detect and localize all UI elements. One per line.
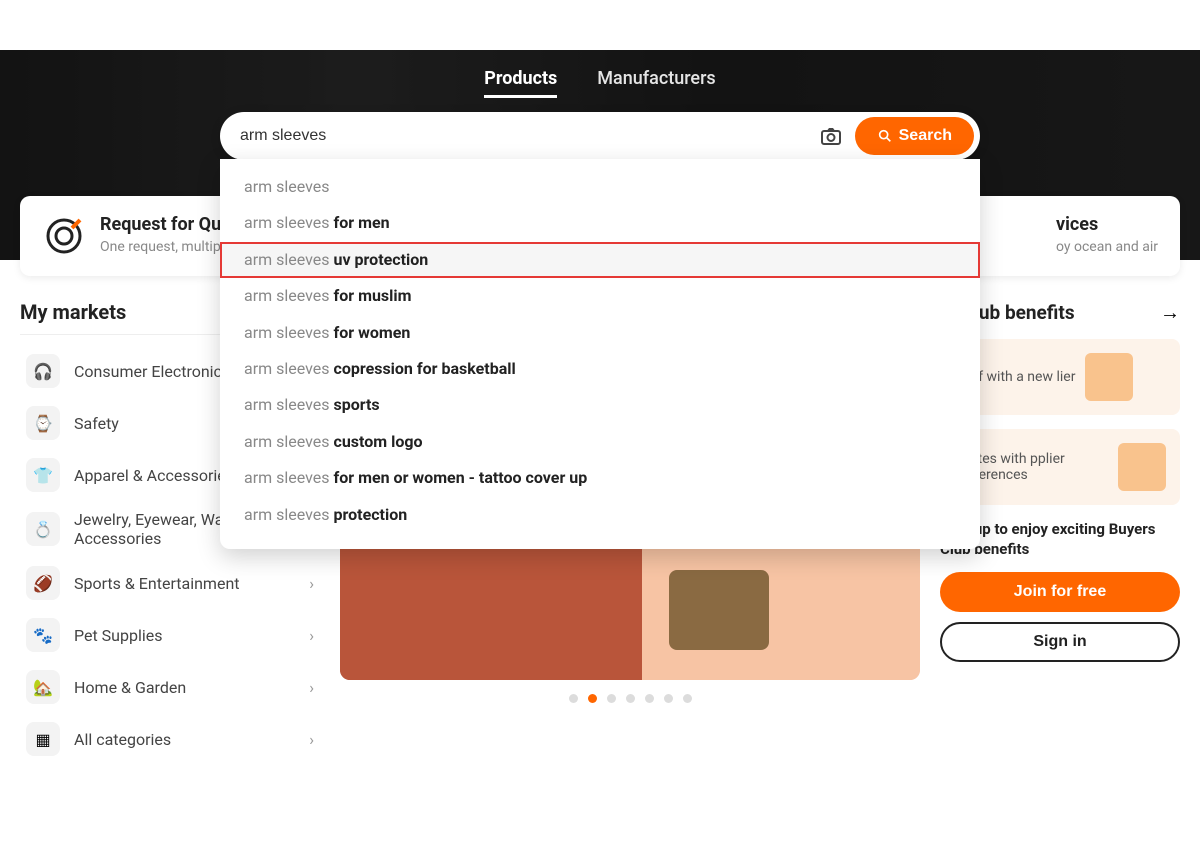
- search-icon: [877, 128, 893, 144]
- category-label: Pet Supplies: [74, 626, 295, 645]
- chevron-right-icon: ›: [309, 678, 314, 697]
- logistics-title-fragment: vices: [1056, 214, 1158, 235]
- autocomplete-dropdown: arm sleevesarm sleeves for menarm sleeve…: [220, 159, 980, 549]
- autocomplete-prefix: arm sleeves: [244, 432, 334, 451]
- carousel-dot[interactable]: [645, 694, 654, 703]
- autocomplete-prefix: arm sleeves: [244, 505, 334, 524]
- carousel-dot[interactable]: [588, 694, 597, 703]
- autocomplete-prefix: arm sleeves: [244, 359, 334, 378]
- autocomplete-item[interactable]: arm sleeves for men: [220, 205, 980, 241]
- autocomplete-suffix: custom logo: [334, 432, 423, 451]
- boots-image: [669, 570, 769, 650]
- autocomplete-item[interactable]: arm sleeves for men or women - tattoo co…: [220, 460, 980, 496]
- autocomplete-item[interactable]: arm sleeves uv protection: [220, 242, 980, 278]
- autocomplete-suffix: for muslim: [334, 286, 412, 305]
- autocomplete-prefix: arm sleeves: [244, 250, 334, 269]
- category-icon: 🏡: [26, 670, 60, 704]
- logistics-subtitle-fragment: oy ocean and air: [1056, 239, 1158, 255]
- autocomplete-suffix: for men: [334, 213, 390, 232]
- chevron-right-icon: ›: [309, 626, 314, 645]
- autocomplete-item[interactable]: arm sleeves: [220, 169, 980, 205]
- carousel-dot[interactable]: [607, 694, 616, 703]
- carousel-dot[interactable]: [664, 694, 673, 703]
- category-icon: 👕: [26, 458, 60, 492]
- carousel-dot[interactable]: [683, 694, 692, 703]
- autocomplete-suffix: for women: [334, 323, 411, 342]
- autocomplete-prefix: arm sleeves: [244, 177, 330, 196]
- autocomplete-suffix: protection: [334, 505, 408, 524]
- search-button[interactable]: Search: [855, 117, 974, 155]
- category-icon: 💍: [26, 512, 60, 546]
- notepad-icon: [1118, 443, 1166, 491]
- category-item[interactable]: 🏡 Home & Garden ›: [20, 661, 320, 713]
- autocomplete-item[interactable]: arm sleeves custom logo: [220, 424, 980, 460]
- category-icon: 🐾: [26, 618, 60, 652]
- search-button-label: Search: [899, 127, 952, 145]
- carousel-dots: [340, 694, 920, 703]
- coupon-icon: [1085, 353, 1133, 401]
- join-button[interactable]: Join for free: [940, 572, 1180, 612]
- tab-products[interactable]: Products: [484, 68, 557, 98]
- autocomplete-prefix: arm sleeves: [244, 213, 334, 232]
- autocomplete-prefix: arm sleeves: [244, 395, 334, 414]
- carousel-dot[interactable]: [626, 694, 635, 703]
- autocomplete-suffix: copression for basketball: [334, 359, 516, 378]
- tab-manufacturers[interactable]: Manufacturers: [597, 68, 715, 98]
- category-item[interactable]: ▦ All categories ›: [20, 713, 320, 765]
- autocomplete-item[interactable]: arm sleeves protection: [220, 497, 980, 533]
- category-label: Home & Garden: [74, 678, 295, 697]
- target-icon: [42, 214, 86, 258]
- autocomplete-prefix: arm sleeves: [244, 286, 334, 305]
- category-label: All categories: [74, 730, 295, 749]
- autocomplete-prefix: arm sleeves: [244, 468, 334, 487]
- category-item[interactable]: 🏈 Sports & Entertainment ›: [20, 557, 320, 609]
- carousel-dot[interactable]: [569, 694, 578, 703]
- category-item[interactable]: 🐾 Pet Supplies ›: [20, 609, 320, 661]
- autocomplete-suffix: sports: [334, 395, 380, 414]
- autocomplete-suffix: uv protection: [334, 250, 429, 269]
- search-bar: Search: [220, 112, 980, 160]
- autocomplete-item[interactable]: arm sleeves for women: [220, 315, 980, 351]
- category-icon: ⌚: [26, 406, 60, 440]
- autocomplete-prefix: arm sleeves: [244, 323, 334, 342]
- search-input[interactable]: [240, 127, 807, 145]
- category-icon: 🎧: [26, 354, 60, 388]
- chevron-right-icon: ›: [309, 730, 314, 749]
- autocomplete-item[interactable]: arm sleeves sports: [220, 387, 980, 423]
- category-label: Sports & Entertainment: [74, 574, 295, 593]
- signin-button[interactable]: Sign in: [940, 622, 1180, 662]
- autocomplete-item[interactable]: arm sleeves copression for basketball: [220, 351, 980, 387]
- autocomplete-item[interactable]: arm sleeves for muslim: [220, 278, 980, 314]
- camera-icon: [819, 124, 843, 148]
- category-icon: 🏈: [26, 566, 60, 600]
- autocomplete-suffix: for men or women - tattoo cover up: [334, 468, 588, 487]
- chevron-right-icon: ›: [309, 574, 314, 593]
- image-search-button[interactable]: [817, 122, 845, 150]
- category-icon: ▦: [26, 722, 60, 756]
- benefits-arrow-button[interactable]: →: [1160, 300, 1180, 325]
